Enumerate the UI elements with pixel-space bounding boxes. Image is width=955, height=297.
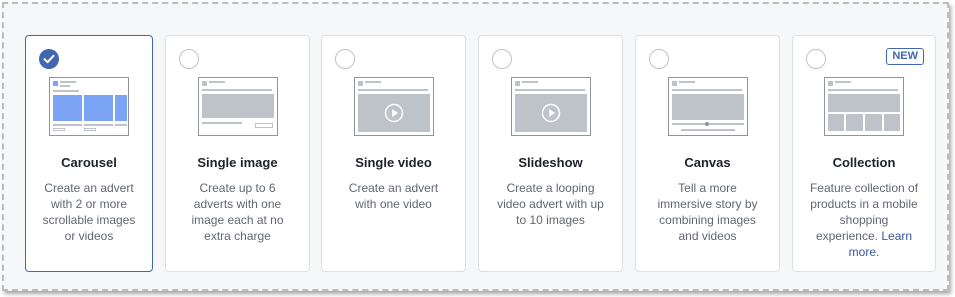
radio-unselected[interactable] [806,49,826,69]
option-card-collection[interactable]: NEW Collection Feature collection of pro… [792,35,936,272]
radio-unselected[interactable] [179,49,199,69]
ad-format-selector: Carousel Create an advert with 2 or more… [2,2,949,291]
option-card-carousel[interactable]: Carousel Create an advert with 2 or more… [25,35,153,272]
option-description: Feature collection of products in a mobi… [808,180,920,260]
option-title: Single image [197,155,278,170]
new-badge: NEW [886,48,924,65]
link-suffix: . [876,245,880,259]
radio-unselected[interactable] [649,49,669,69]
option-description: Create an advert with 2 or more scrollab… [42,181,136,243]
radio-selected[interactable] [39,49,59,69]
canvas-thumbnail [667,77,748,136]
option-card-single-video[interactable]: Single video Create an advert with one v… [321,35,466,272]
option-card-canvas[interactable]: Canvas Tell a more immersive story by co… [635,35,780,272]
radio-unselected[interactable] [335,49,355,69]
option-title: Collection [832,155,896,170]
option-title: Canvas [684,155,731,170]
single-image-thumbnail [197,77,278,136]
option-description: Tell a more immersive story by combining… [657,181,758,243]
option-title: Slideshow [518,155,583,170]
option-title: Single video [355,155,432,170]
single-video-thumbnail [353,77,434,136]
option-card-single-image[interactable]: Single image Create up to 6 adverts with… [165,35,310,272]
option-title: Carousel [61,155,117,170]
option-description: Create an advert with one video [348,181,439,211]
collection-thumbnail [824,77,904,136]
checkmark-icon [43,54,55,64]
option-description: Create a looping video advert with up to… [497,181,604,227]
radio-unselected[interactable] [492,49,512,69]
play-icon [541,103,560,123]
slideshow-thumbnail [510,77,591,136]
carousel-thumbnail [49,77,129,136]
play-icon [384,103,403,123]
option-card-slideshow[interactable]: Slideshow Create a looping video advert … [478,35,623,272]
option-description: Create up to 6 adverts with one image ea… [191,181,284,243]
